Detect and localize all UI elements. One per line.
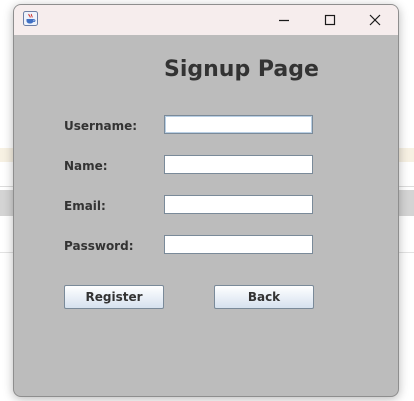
register-button[interactable]: Register: [64, 285, 164, 309]
password-label: Password:: [64, 239, 134, 253]
close-icon: [369, 14, 381, 26]
minimize-button[interactable]: [261, 5, 307, 35]
email-field[interactable]: [164, 195, 313, 214]
email-label: Email:: [64, 199, 106, 213]
signup-window: Signup Page Username: Name: Email: Passw…: [13, 4, 399, 397]
password-field[interactable]: [164, 235, 313, 254]
name-label: Name:: [64, 159, 108, 173]
maximize-button[interactable]: [307, 5, 353, 35]
maximize-icon: [324, 14, 336, 26]
java-cup-icon[interactable]: [23, 11, 38, 26]
name-field[interactable]: [164, 155, 313, 174]
username-label: Username:: [64, 119, 138, 133]
close-button[interactable]: [352, 5, 398, 35]
username-field[interactable]: [164, 115, 313, 134]
minimize-icon: [279, 19, 289, 22]
title-bar[interactable]: [14, 5, 398, 35]
page-title: Signup Page: [164, 57, 319, 82]
back-button[interactable]: Back: [214, 285, 314, 309]
